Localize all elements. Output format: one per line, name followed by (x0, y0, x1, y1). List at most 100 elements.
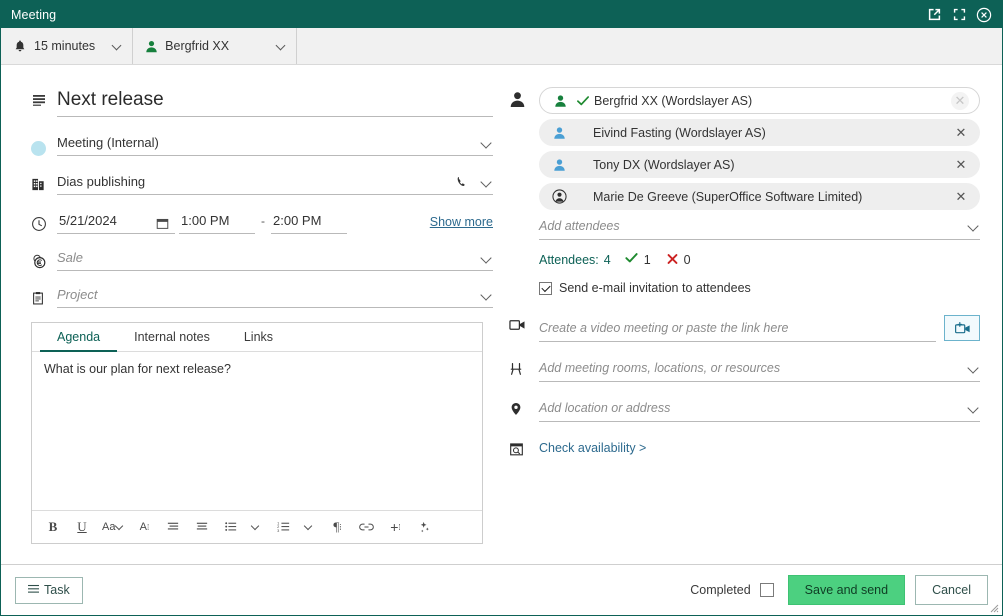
person-icon (145, 39, 158, 54)
attendee-row[interactable]: Eivind Fasting (Wordslayer AS) ✕ (539, 119, 980, 146)
completed-checkbox[interactable]: Completed (690, 583, 774, 597)
alarm-label: 15 minutes (34, 39, 96, 53)
accepted-check-icon (574, 95, 592, 107)
numbered-list-icon[interactable]: 123 (273, 515, 295, 539)
chevron-down-icon[interactable] (968, 220, 980, 232)
end-time-input[interactable]: 2:00 PM (271, 211, 347, 234)
insert-icon[interactable]: + ⁞ (384, 515, 406, 539)
attendee-name: Tony DX (Wordslayer AS) (593, 157, 735, 172)
meeting-type-row: Meeting (Internal) (31, 133, 493, 156)
checkbox-icon[interactable] (759, 583, 774, 597)
phone-icon[interactable] (456, 175, 467, 188)
category-color-dot (31, 133, 57, 156)
ai-sparkle-icon[interactable] (413, 515, 435, 539)
pop-out-icon[interactable] (926, 7, 942, 23)
owner-selector[interactable]: Bergfrid XX (133, 28, 298, 64)
send-invitation-label: Send e-mail invitation to attendees (559, 281, 751, 295)
chevron-down-icon[interactable] (276, 41, 287, 52)
link-icon[interactable] (355, 515, 377, 539)
time-separator: - (261, 214, 265, 228)
save-and-send-button[interactable]: Save and send (787, 575, 906, 605)
description-icon (31, 87, 57, 108)
bullet-list-icon[interactable] (220, 515, 242, 539)
chevron-down-icon[interactable] (481, 252, 493, 264)
close-icon[interactable] (976, 7, 992, 23)
add-video-meeting-button[interactable] (944, 315, 980, 341)
add-attendees-placeholder: Add attendees (539, 219, 620, 233)
numbered-list-dropdown-icon[interactable] (297, 515, 319, 539)
person-icon (509, 87, 539, 111)
editor-toolbar: B U Aa A ⁞ 123 ¶ ⁞ + ⁞ (32, 510, 482, 543)
add-attendees-input[interactable]: Add attendees (539, 215, 980, 240)
tab-agenda[interactable]: Agenda (40, 323, 118, 352)
paragraph-icon[interactable]: ¶ ⁞ (326, 515, 348, 539)
attendees-count-label: Attendees: (539, 252, 599, 267)
font-size-icon[interactable]: Aa (100, 515, 126, 539)
declined-count: 0 (683, 252, 691, 267)
start-date-input[interactable]: 5/21/2024 (57, 211, 149, 234)
attendee-row[interactable]: Marie De Greeve (SuperOffice Software Li… (539, 183, 980, 210)
tab-internal-notes[interactable]: Internal notes (117, 323, 227, 352)
align-left-icon[interactable] (162, 515, 184, 539)
video-link-input[interactable]: Create a video meeting or paste the link… (539, 318, 936, 342)
align-center-icon[interactable] (191, 515, 213, 539)
send-invitation-checkbox[interactable]: Send e-mail invitation to attendees (539, 281, 980, 295)
underline-icon[interactable]: U (71, 515, 93, 539)
calendar-icon[interactable] (149, 217, 175, 234)
meeting-type-value[interactable]: Meeting (Internal) (57, 135, 475, 150)
bold-icon[interactable]: B (42, 515, 64, 539)
checkbox-icon[interactable] (539, 281, 552, 295)
chevron-down-icon[interactable] (968, 402, 980, 414)
check-availability-link[interactable]: Check availability > (539, 438, 646, 455)
resize-grip[interactable] (987, 601, 999, 613)
person-blue-icon (549, 158, 569, 172)
sale-field[interactable]: Sale (57, 248, 493, 271)
font-color-icon[interactable]: A ⁞ (133, 515, 155, 539)
resources-row: Add meeting rooms, locations, or resourc… (509, 358, 980, 382)
video-placeholder: Create a video meeting or paste the link… (539, 321, 789, 335)
project-row: Project (31, 285, 493, 308)
window-title: Meeting (11, 7, 57, 22)
agenda-text[interactable]: What is our plan for next release? (32, 352, 482, 510)
maximize-icon[interactable] (951, 7, 967, 23)
title-bar: Meeting (1, 1, 1002, 28)
start-time-input[interactable]: 1:00 PM (179, 211, 255, 234)
remove-attendee-icon[interactable]: ✕ (952, 156, 970, 174)
tab-links[interactable]: Links (227, 323, 290, 352)
meeting-title-field[interactable]: Next release (57, 87, 493, 117)
company-icon (31, 172, 57, 192)
show-more-link[interactable]: Show more (430, 215, 493, 234)
remove-attendee-icon[interactable]: ✕ (952, 124, 970, 142)
project-field[interactable]: Project (57, 285, 493, 308)
remove-attendee-icon[interactable]: ✕ (952, 188, 970, 206)
chevron-down-icon[interactable] (968, 362, 980, 374)
company-field[interactable]: Dias publishing (57, 172, 493, 195)
bullet-list-dropdown-icon[interactable] (244, 515, 266, 539)
cancel-button[interactable]: Cancel (915, 575, 988, 605)
chevron-down-icon[interactable] (112, 41, 123, 52)
meeting-dialog: Meeting 15 minutes Bergfrid XX Next rele… (0, 0, 1003, 616)
location-field: Add location or address (539, 398, 980, 422)
resources-input[interactable]: Add meeting rooms, locations, or resourc… (539, 358, 980, 382)
meeting-title-value[interactable]: Next release (57, 89, 493, 111)
location-input[interactable]: Add location or address (539, 398, 980, 422)
attendee-row[interactable]: Tony DX (Wordslayer AS) ✕ (539, 151, 980, 178)
attendee-row[interactable]: Bergfrid XX (Wordslayer AS) ✕ (539, 87, 980, 114)
meeting-type-field[interactable]: Meeting (Internal) (57, 133, 493, 156)
chevron-down-icon[interactable] (481, 176, 493, 188)
company-value[interactable]: Dias publishing (57, 174, 456, 189)
alarm-selector[interactable]: 15 minutes (1, 28, 134, 64)
task-button[interactable]: Task (15, 576, 83, 604)
chevron-down-icon[interactable] (481, 137, 493, 149)
check-availability-row: Check availability > (509, 438, 980, 457)
bell-icon (13, 39, 27, 54)
task-button-label: Task (44, 583, 70, 597)
sale-placeholder[interactable]: Sale (57, 250, 475, 265)
video-camera-icon (509, 315, 539, 332)
project-placeholder[interactable]: Project (57, 287, 475, 302)
attendees-list: Bergfrid XX (Wordslayer AS) ✕ Eivind Fas… (539, 87, 980, 295)
person-blue-icon (549, 126, 569, 140)
chevron-down-icon[interactable] (481, 289, 493, 301)
remove-attendee-icon[interactable]: ✕ (951, 91, 969, 110)
accepted-check-icon (624, 251, 639, 268)
